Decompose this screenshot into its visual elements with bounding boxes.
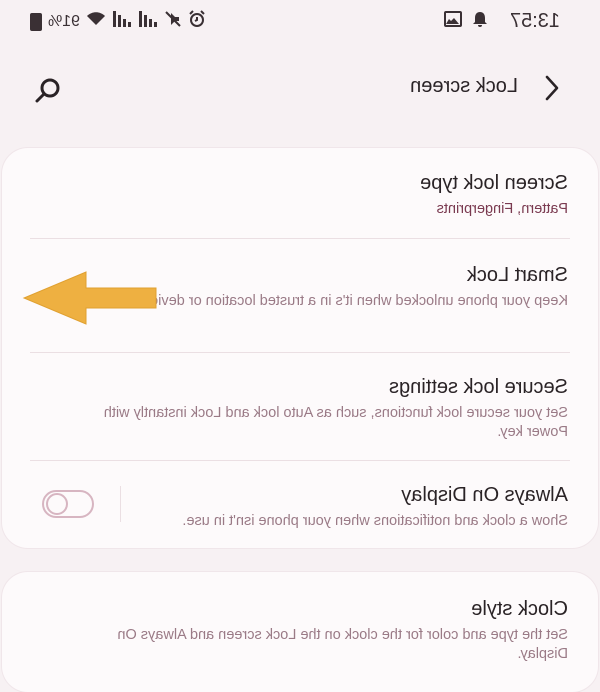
header: Lock screen <box>0 60 600 120</box>
secure-lock-settings-title: Secure lock settings <box>389 376 568 398</box>
status-bar: 13:57 91% <box>0 0 600 46</box>
battery-percent: 91% <box>48 12 81 30</box>
screen-lock-type-subtitle: Pattern, Fingerprints <box>436 201 568 217</box>
battery-icon <box>30 12 42 31</box>
status-time: 13:57 <box>509 10 560 32</box>
clock-style-title: Clock style <box>471 598 568 620</box>
lock-settings-card: Screen lock type Pattern, Fingerprints S… <box>2 148 598 548</box>
screen-lock-type-item[interactable]: Screen lock type Pattern, Fingerprints <box>2 148 598 238</box>
status-system-icons: 91% <box>30 10 206 33</box>
search-button[interactable] <box>28 70 68 110</box>
mirrored-screen: 13:57 91% Lock screen Screen lock type P… <box>0 0 600 692</box>
always-on-display-title: Always On Display <box>401 484 568 506</box>
mute-icon <box>164 10 182 33</box>
clock-style-item[interactable]: Clock style Set the type and color for t… <box>2 572 598 676</box>
alarm-icon <box>188 10 206 33</box>
signal-icon <box>138 10 158 33</box>
annotation-arrow-icon <box>22 271 157 325</box>
toggle-knob <box>46 493 68 515</box>
screen-lock-type-title: Screen lock type <box>420 172 568 194</box>
clock-style-card: Clock style Set the type and color for t… <box>2 572 598 692</box>
always-on-display-toggle[interactable] <box>42 490 94 518</box>
toggle-separator <box>120 486 121 522</box>
smart-lock-title: Smart Lock <box>466 264 568 286</box>
always-on-display-item[interactable]: Always On Display Show a clock and notif… <box>2 460 598 548</box>
search-icon <box>35 78 60 103</box>
secure-lock-settings-item[interactable]: Secure lock settings Set your secure loc… <box>2 352 598 460</box>
wifi-icon <box>86 11 106 32</box>
notification-icon <box>472 10 488 33</box>
always-on-display-subtitle: Show a clock and notifications when your… <box>182 513 568 529</box>
chevron-left-icon <box>545 75 559 101</box>
gallery-icon <box>444 11 462 32</box>
status-notification-icons <box>444 10 488 33</box>
secure-lock-settings-subtitle: Set your secure lock functions, such as … <box>103 405 568 440</box>
signal-icon <box>112 10 132 33</box>
page-title: Lock screen <box>410 75 518 97</box>
clock-style-subtitle: Set the type and color for the clock on … <box>117 627 568 662</box>
back-button[interactable] <box>534 70 570 106</box>
